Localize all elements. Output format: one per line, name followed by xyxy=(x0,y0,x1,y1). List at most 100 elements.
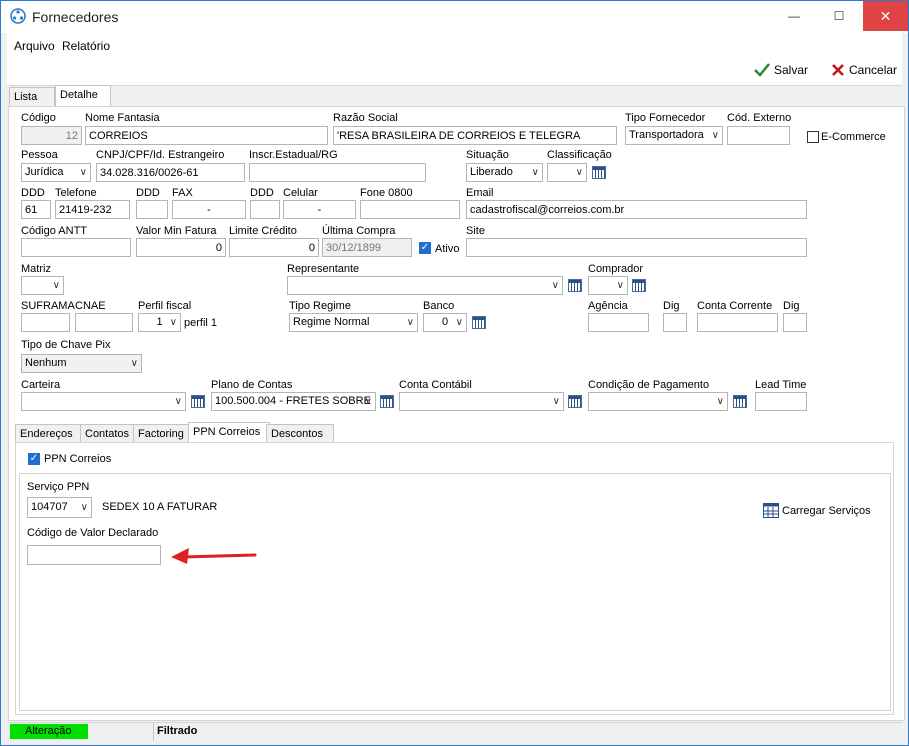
razao-social-field[interactable]: 'RESA BRASILEIRA DE CORREIOS E TELEGRA xyxy=(333,126,617,145)
valor-min-field[interactable]: 0 xyxy=(136,238,226,257)
label-codigo-antt: Código ANTT xyxy=(21,225,88,237)
carteira-select[interactable]: ∨ xyxy=(21,392,186,411)
ppn-checkbox-label: PPN Correios xyxy=(44,453,112,465)
title-bar: Fornecedores — ☐ ✕ xyxy=(1,1,908,33)
situacao-value: Liberado xyxy=(470,166,513,178)
email-field[interactable]: cadastrofiscal@correios.com.br xyxy=(466,200,807,219)
ddd1-field[interactable]: 61 xyxy=(21,200,51,219)
tab-detalhe[interactable]: Detalhe xyxy=(55,85,111,107)
codigo-field[interactable]: 12 xyxy=(21,126,82,145)
ecommerce-checkbox[interactable] xyxy=(807,131,819,143)
dig2-field[interactable] xyxy=(783,313,807,332)
calendar-icon[interactable] xyxy=(472,316,486,329)
calendar-icon[interactable] xyxy=(592,166,606,179)
perfil-fiscal-value: 1 xyxy=(156,316,163,328)
maximize-button[interactable]: ☐ xyxy=(817,1,861,31)
valor-declarado-field[interactable] xyxy=(27,545,161,565)
carregar-servicos-button[interactable]: Carregar Serviços xyxy=(763,503,871,518)
tab-ppn-correios[interactable]: PPN Correios xyxy=(188,422,270,444)
site-field[interactable] xyxy=(466,238,807,257)
label-dig2: Dig xyxy=(783,300,800,312)
comprador-select[interactable]: ∨ xyxy=(588,276,628,295)
label-email: Email xyxy=(466,187,494,199)
codigo-antt-field[interactable] xyxy=(21,238,131,257)
x-icon xyxy=(832,64,844,76)
matriz-select[interactable]: ∨ xyxy=(21,276,64,295)
label-tipo-regime: Tipo Regime xyxy=(289,300,351,312)
calendar-icon[interactable] xyxy=(733,395,747,408)
label-valor-declarado: Código de Valor Declarado xyxy=(27,527,159,539)
conta-corrente-field[interactable] xyxy=(697,313,778,332)
perfil-fiscal-desc: perfil 1 xyxy=(184,317,218,329)
label-cod-externo: Cód. Externo xyxy=(727,112,792,124)
close-button[interactable]: ✕ xyxy=(863,1,908,31)
calendar-icon[interactable] xyxy=(380,395,394,408)
pessoa-select[interactable]: Jurídica ∨ xyxy=(21,163,91,182)
chevron-down-icon: ∨ xyxy=(531,167,539,178)
label-conta-contabil: Conta Contábil xyxy=(399,379,472,391)
nome-fantasia-field[interactable]: CORREIOS xyxy=(85,126,328,145)
label-ultima-compra: Última Compra xyxy=(322,225,396,237)
label-agencia: Agência xyxy=(588,300,628,312)
calendar-icon[interactable] xyxy=(191,395,205,408)
tab-contatos[interactable]: Contatos xyxy=(80,424,138,443)
classificacao-select[interactable]: ∨ xyxy=(547,163,587,182)
plano-contas-select[interactable]: 100.500.004 - FRETES SOBRE ∨ xyxy=(211,392,376,411)
tipo-regime-select[interactable]: Regime Normal ∨ xyxy=(289,313,418,332)
cancel-button[interactable]: Cancelar xyxy=(831,63,897,77)
conta-contabil-select[interactable]: ∨ xyxy=(399,392,564,411)
label-situacao: Situação xyxy=(466,149,509,161)
telefone-field[interactable]: 21419-232 xyxy=(55,200,130,219)
chevron-down-icon: ∨ xyxy=(616,280,624,291)
label-ddd1: DDD xyxy=(21,187,45,199)
calendar-icon[interactable] xyxy=(568,395,582,408)
agencia-field[interactable] xyxy=(588,313,649,332)
tipo-chave-pix-select[interactable]: Nenhum ∨ xyxy=(21,354,142,373)
calendar-icon[interactable] xyxy=(632,279,646,292)
menu-arquivo[interactable]: Arquivo xyxy=(14,39,55,53)
limite-field[interactable]: 0 xyxy=(229,238,319,257)
cod-externo-field[interactable] xyxy=(727,126,790,145)
chevron-down-icon: ∨ xyxy=(716,396,724,407)
suframa-field[interactable] xyxy=(21,313,70,332)
celular-field[interactable]: - xyxy=(283,200,356,219)
servico-ppn-select[interactable]: 104707 ∨ xyxy=(27,497,92,518)
cnae-field[interactable] xyxy=(75,313,133,332)
tab-factoring[interactable]: Factoring xyxy=(133,424,193,443)
plano-contas-value: 100.500.004 - FRETES SOBRE xyxy=(215,395,371,407)
save-button[interactable]: Salvar xyxy=(754,63,808,77)
banco-select[interactable]: 0 ∨ xyxy=(423,313,467,332)
chevron-down-icon: ∨ xyxy=(711,130,719,141)
tipo-fornecedor-select[interactable]: Transportadora ∨ xyxy=(625,126,723,145)
representante-select[interactable]: ∨ xyxy=(287,276,563,295)
perfil-fiscal-select[interactable]: 1 ∨ xyxy=(138,313,181,332)
lead-time-field[interactable] xyxy=(755,392,807,411)
tab-descontos[interactable]: Descontos xyxy=(266,424,334,443)
ativo-checkbox[interactable]: ✓ xyxy=(419,242,431,254)
label-plano-contas: Plano de Contas xyxy=(211,379,293,391)
ultima-compra-field: 30/12/1899 xyxy=(322,238,412,257)
cond-pagamento-select[interactable]: ∨ xyxy=(588,392,728,411)
grid-load-icon xyxy=(763,503,779,518)
tab-lista[interactable]: Lista xyxy=(9,87,55,106)
banco-value: 0 xyxy=(441,316,449,328)
ddd2-field[interactable] xyxy=(136,200,168,219)
label-ecommerce: E-Commerce xyxy=(821,131,886,143)
fone0800-field[interactable] xyxy=(360,200,460,219)
tab-enderecos[interactable]: Endereços xyxy=(15,424,81,443)
dig1-field[interactable] xyxy=(663,313,687,332)
label-dig1: Dig xyxy=(663,300,680,312)
tipo-chave-pix-value: Nenhum xyxy=(25,357,67,369)
fax-field[interactable]: - xyxy=(172,200,246,219)
menu-relatorio[interactable]: Relatório xyxy=(62,39,110,53)
situacao-select[interactable]: Liberado ∨ xyxy=(466,163,543,182)
cnpj-field[interactable]: 34.028.316/0026-61 xyxy=(96,163,245,182)
ppn-checkbox[interactable]: ✓ xyxy=(28,453,40,465)
inscr-field[interactable] xyxy=(249,163,426,182)
status-filter: Filtrado xyxy=(157,725,198,737)
servico-ppn-desc: SEDEX 10 A FATURAR xyxy=(102,501,218,513)
label-lead-time: Lead Time xyxy=(755,379,807,391)
minimize-button[interactable]: — xyxy=(772,1,816,31)
ddd3-field[interactable] xyxy=(250,200,280,219)
calendar-icon[interactable] xyxy=(568,279,582,292)
